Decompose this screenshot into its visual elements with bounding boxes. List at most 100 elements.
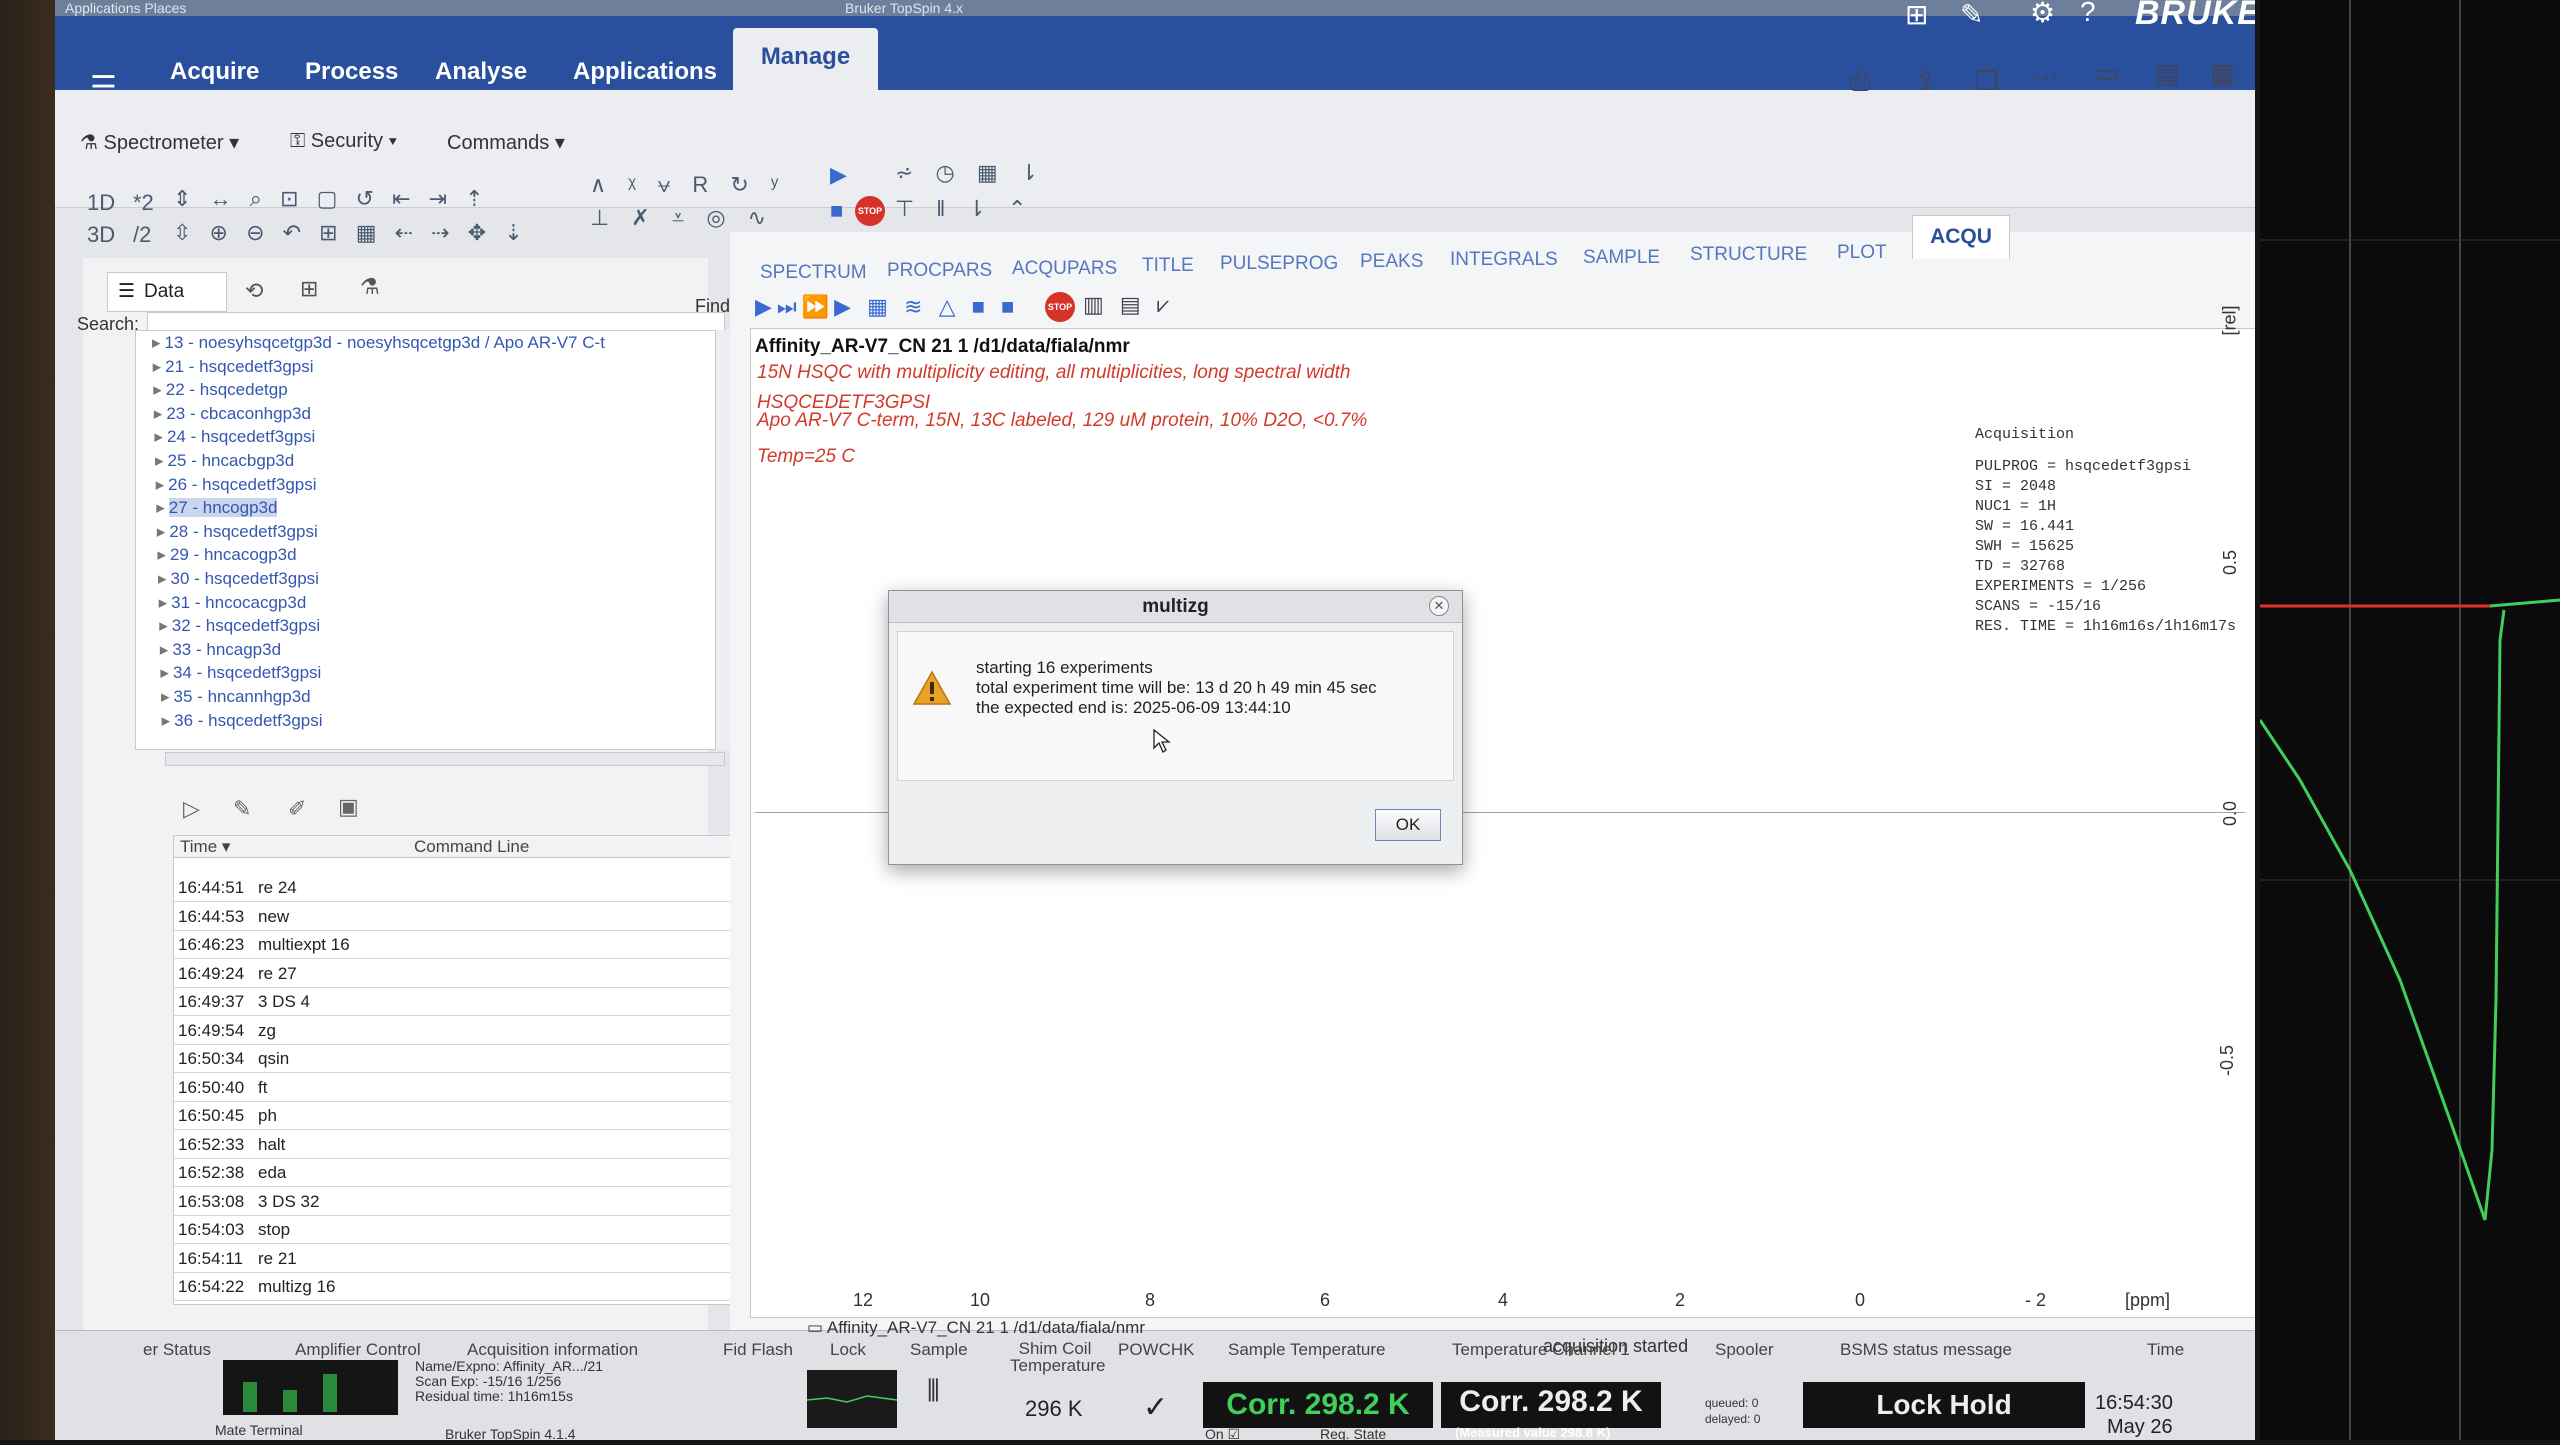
tree-item[interactable]: ▸ 22 - hsqcedetgp: [153, 380, 287, 400]
tab-structure[interactable]: STRUCTURE: [1690, 244, 1807, 266]
expand-arrow-icon[interactable]: ▸: [155, 451, 164, 470]
tab-spectrum[interactable]: SPECTRUM: [760, 262, 867, 284]
tree-item[interactable]: ▸ 13 - noesyhsqcetgp3d - noesyhsqcetgp3d …: [152, 333, 605, 353]
command-row[interactable]: 16:44:53 new: [174, 903, 742, 931]
tree-item[interactable]: ▸ 26 - hsqcedetf3gpsi: [156, 475, 317, 495]
col-time-header[interactable]: Time ▾: [180, 837, 230, 857]
zoom-tools-row1[interactable]: ⇕ ↔ ⌕ ⊡ ▢ ↺ ⇤ ⇥ ⇡: [173, 186, 490, 212]
command-row[interactable]: 16:50:34 qsin: [174, 1045, 742, 1073]
tree-item[interactable]: ▸ 31 - hncocacgp3d: [159, 593, 307, 613]
command-row[interactable]: 16:46:23 multiexpt 16: [174, 931, 742, 959]
tree-item[interactable]: ▸ 33 - hncagp3d: [160, 640, 281, 660]
play-icon[interactable]: ▶: [830, 162, 847, 188]
ok-button[interactable]: OK: [1375, 809, 1441, 841]
tab-sample[interactable]: SAMPLE: [1583, 247, 1660, 269]
command-row[interactable]: 16:54:22 multizg 16: [174, 1273, 742, 1301]
expand-arrow-icon[interactable]: ▸: [160, 640, 169, 659]
export-icon[interactable]: ⇪: [1915, 66, 1937, 97]
app-menu-label[interactable]: Applications Places: [65, 0, 186, 16]
tab-plot[interactable]: PLOT: [1837, 242, 1887, 264]
flask-icon[interactable]: ⚗: [360, 274, 380, 300]
expand-arrow-icon[interactable]: ▸: [159, 616, 168, 635]
expand-arrow-icon[interactable]: ▸: [156, 498, 165, 517]
data-tab[interactable]: ☰ Data: [107, 272, 227, 312]
spectrometer-menu[interactable]: ⚗ Spectrometer ▾: [80, 130, 239, 155]
expand-arrow-icon[interactable]: ▸: [154, 427, 163, 446]
more-icon[interactable]: ⋯: [2033, 62, 2059, 93]
tab-integrals[interactable]: INTEGRALS: [1450, 249, 1558, 271]
analysis-tools-row2[interactable]: ⊥ ✗ ⩡ ◎ ∿: [590, 205, 774, 231]
taskbar-terminal[interactable]: Mate Terminal: [215, 1422, 303, 1438]
tab-manage[interactable]: Manage: [733, 28, 878, 92]
security-menu[interactable]: ⚿ Security ▾: [290, 130, 397, 153]
expand-arrow-icon[interactable]: ▸: [153, 357, 162, 376]
acq-options-icons[interactable]: ▥ ▤ ⩗: [1083, 292, 1174, 318]
tab-process[interactable]: Process: [305, 58, 398, 86]
split-view-icon[interactable]: ▤: [2155, 58, 2180, 89]
tab-analyse[interactable]: Analyse: [435, 58, 527, 86]
taskbar-topspin[interactable]: Bruker TopSpin 4.1.4: [445, 1426, 576, 1440]
expand-arrow-icon[interactable]: ▸: [162, 711, 171, 730]
play-history-icon[interactable]: ▷: [183, 796, 200, 822]
edit-icon[interactable]: ✐: [288, 796, 306, 822]
scale-up-button[interactable]: *2: [133, 190, 154, 216]
tab-peaks[interactable]: PEAKS: [1360, 251, 1423, 273]
tab-title[interactable]: TITLE: [1142, 255, 1194, 277]
tab-acqu[interactable]: ACQU: [1912, 215, 2010, 259]
expand-arrow-icon[interactable]: ▸: [161, 687, 170, 706]
history-icon[interactable]: ⟲: [245, 278, 263, 304]
command-row[interactable]: 16:50:40 ft: [174, 1074, 742, 1102]
expand-arrow-icon[interactable]: ▸: [154, 404, 163, 423]
expand-arrow-icon[interactable]: ▸: [160, 663, 169, 682]
command-row[interactable]: 16:49:54 zg: [174, 1017, 742, 1045]
dim-3d-button[interactable]: 3D: [87, 222, 115, 248]
help-icon[interactable]: ?: [2080, 0, 2096, 28]
stop-acquisition-icon[interactable]: STOP: [855, 196, 885, 226]
command-row[interactable]: 16:52:33 halt: [174, 1131, 742, 1159]
wrench-icon[interactable]: ✎: [1960, 0, 1983, 31]
tree-item[interactable]: ▸ 28 - hsqcedetf3gpsi: [157, 522, 318, 542]
commands-menu[interactable]: Commands ▾: [447, 130, 565, 155]
copy-icon[interactable]: ❐: [1975, 66, 1998, 97]
script-icon[interactable]: ✎: [233, 796, 251, 822]
tree-hscrollbar[interactable]: [165, 752, 725, 766]
dim-1d-button[interactable]: 1D: [87, 190, 115, 216]
tab-procpars[interactable]: PROCPARS: [887, 260, 992, 282]
stop-square-icon[interactable]: ■: [830, 198, 843, 224]
tree-item[interactable]: ▸ 32 - hsqcedetf3gpsi: [159, 616, 320, 636]
expand-arrow-icon[interactable]: ▸: [152, 333, 161, 352]
tree-item[interactable]: ▸ 34 - hsqcedetf3gpsi: [160, 663, 321, 683]
tab-acqupars[interactable]: ACQUPARS: [1012, 258, 1117, 280]
expand-arrow-icon[interactable]: ▸: [156, 475, 165, 494]
dataset-tree[interactable]: ▸ 13 - noesyhsqcetgp3d - noesyhsqcetgp3d …: [135, 330, 725, 750]
tree-item[interactable]: ▸ 23 - cbcaconhgp3d: [154, 404, 311, 424]
expand-arrow-icon[interactable]: ▸: [157, 522, 166, 541]
layout-icon[interactable]: ▭: [2095, 58, 2120, 89]
tree-item[interactable]: ▸ 27 - hncogp3d: [156, 498, 278, 518]
tab-acquire[interactable]: Acquire: [170, 58, 259, 86]
command-row[interactable]: 16:54:03 stop: [174, 1216, 742, 1244]
tree-item[interactable]: ▸ 24 - hsqcedetf3gpsi: [154, 427, 315, 447]
scale-down-button[interactable]: /2: [133, 222, 151, 248]
acq-tools-row2[interactable]: ⊤ ‖ ⇂ ⌃: [895, 196, 1034, 222]
tree-item[interactable]: ▸ 36 - hsqcedetf3gpsi: [162, 711, 323, 731]
panels-icon[interactable]: ▦: [2210, 58, 2235, 89]
expand-arrow-icon[interactable]: ▸: [159, 593, 168, 612]
tree-item[interactable]: ▸ 30 - hsqcedetf3gpsi: [158, 569, 319, 589]
save-icon[interactable]: ▣: [338, 794, 359, 820]
dialog-close-icon[interactable]: ✕: [1429, 596, 1449, 616]
tree-item[interactable]: ▸ 29 - hncacogp3d: [157, 545, 296, 565]
expand-arrow-icon[interactable]: ▸: [157, 545, 166, 564]
structure-icon[interactable]: ⊞: [300, 276, 318, 302]
expand-arrow-icon[interactable]: ▸: [153, 380, 162, 399]
tree-item[interactable]: ▸ 21 - hsqcedetf3gpsi: [153, 357, 314, 377]
acq-tools-row1[interactable]: ⩫ ◷ ▦ ⇂: [895, 160, 1046, 186]
tree-item[interactable]: ▸ 25 - hncacbgp3d: [155, 451, 294, 471]
acquisition-toolbar[interactable]: ▶⏭⏩▶ ▦ ≋ △ ■ ■: [755, 294, 1019, 324]
grid-icon[interactable]: ⊞: [1905, 0, 1928, 31]
command-row[interactable]: 16:49:37 3 DS 4: [174, 988, 742, 1016]
gear-icon[interactable]: ⚙: [2030, 0, 2055, 29]
command-row[interactable]: 16:52:38 eda: [174, 1159, 742, 1187]
print-icon[interactable]: ⎙: [1850, 66, 1871, 98]
command-row[interactable]: 16:44:51 re 24: [174, 874, 742, 902]
